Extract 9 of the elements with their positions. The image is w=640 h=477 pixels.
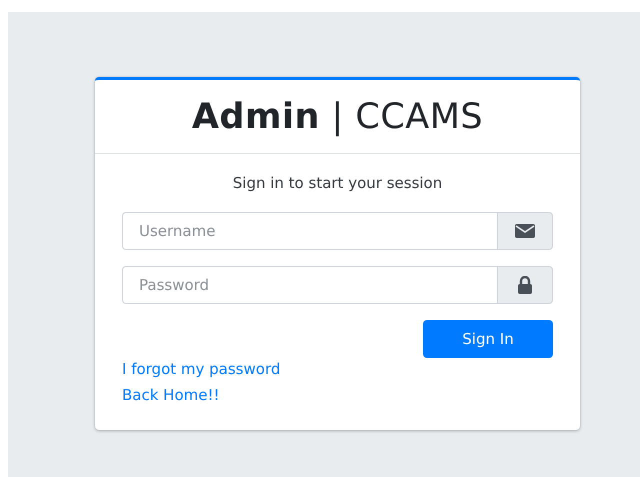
password-field[interactable]: Password [122, 266, 497, 304]
login-message: Sign in to start your session [232, 174, 444, 192]
text-link[interactable]: I forgot my password [122, 360, 280, 378]
text-link[interactable]: Back Home!! [122, 386, 220, 404]
username-field[interactable]: Username [122, 212, 497, 250]
logo-text: Admin | CCAMS [192, 96, 484, 136]
envelope-icon [515, 224, 535, 238]
lock-icon [517, 276, 533, 294]
sign-in-button[interactable]: Sign In [423, 320, 553, 358]
